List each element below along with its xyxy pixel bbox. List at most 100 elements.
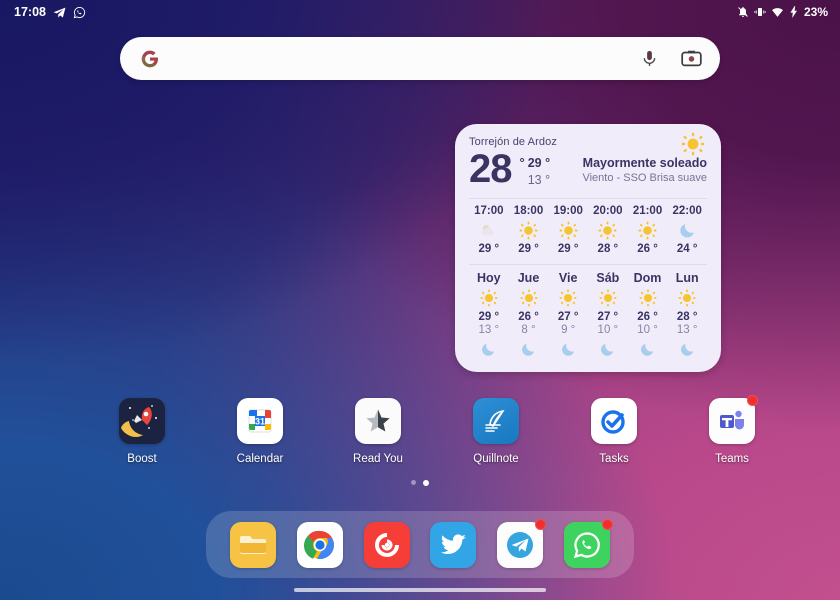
- weather-hour-time: 20:00: [593, 205, 623, 218]
- weather-hour-item: 17:00 29 °: [469, 205, 509, 255]
- weather-hour-item: 21:00 26 °: [628, 205, 668, 255]
- moon-icon: [667, 219, 707, 241]
- google-tasks-icon[interactable]: [591, 398, 637, 444]
- weather-wind: Viento - SSO Brisa suave: [582, 172, 707, 184]
- navigation-gesture-bar[interactable]: [294, 588, 546, 592]
- weather-day-high: 26 °: [637, 311, 658, 324]
- weather-hour-item: 20:00 28 °: [588, 205, 628, 255]
- weather-day-high: 28 °: [676, 311, 698, 324]
- weather-day-name: Lun: [675, 271, 699, 286]
- sun-icon: [667, 287, 707, 309]
- weather-widget[interactable]: Torrejón de Ardoz 28 ° 29 ° 13 ° Mayorme…: [455, 124, 721, 372]
- degree-symbol: °: [519, 155, 525, 170]
- page-dot-1[interactable]: [411, 480, 416, 485]
- app-item-boost[interactable]: Boost: [106, 398, 178, 465]
- weather-hour-item: 18:00 29 °: [509, 205, 549, 255]
- weather-hour-temp: 29 °: [518, 243, 539, 256]
- read-you-star-icon[interactable]: [355, 398, 401, 444]
- notification-badge: [747, 395, 758, 406]
- weather-day-name: Dom: [633, 271, 662, 286]
- weather-temperature: 28: [469, 147, 512, 191]
- google-lens-camera-icon[interactable]: [681, 49, 702, 68]
- sun-icon: [509, 219, 549, 241]
- dock-item-twitter[interactable]: [430, 521, 477, 568]
- boost-rocket-icon[interactable]: [119, 398, 165, 444]
- weather-day-name: Hoy: [477, 271, 501, 286]
- charging-bolt-icon: [789, 6, 799, 18]
- moon-icon: [469, 338, 509, 360]
- battery-percent: 23%: [803, 5, 828, 19]
- google-g-icon: [140, 49, 160, 69]
- app-item-calendar[interactable]: 31 Calendar: [224, 398, 296, 465]
- weather-hour-time: 22:00: [672, 205, 702, 218]
- status-bar-right: 23%: [737, 5, 828, 19]
- dock-item-files[interactable]: [230, 521, 277, 568]
- search-actions: [640, 49, 702, 68]
- status-bar-left: 17:08: [14, 5, 86, 19]
- sun-icon: [548, 287, 588, 309]
- microsoft-teams-icon[interactable]: [709, 395, 758, 444]
- app-grid: Boost 31 Calendar Read You Quillnote Tas…: [106, 395, 768, 465]
- sun-icon: [628, 287, 668, 309]
- weather-daily-row: Hoy 29 ° 13 ° Jue 26 ° 8 ° Vie 27 ° 9 ° …: [469, 271, 707, 362]
- weather-day-low: 13 °: [478, 324, 500, 337]
- app-label: Quillnote: [473, 453, 519, 465]
- google-search-bar[interactable]: [120, 37, 720, 80]
- weather-condition-block: Mayormente soleado Viento - SSO Brisa su…: [582, 132, 707, 184]
- svg-text:31: 31: [255, 417, 265, 427]
- app-item-quillnote[interactable]: Quillnote: [460, 398, 532, 465]
- dock-item-pocket casts[interactable]: [363, 521, 410, 568]
- weather-hourly-row: 17:00 29 ° 18:00 29 ° 19:00 29 ° 20:00 2…: [469, 205, 707, 255]
- telegram-icon: [53, 6, 66, 19]
- app-label: Teams: [715, 453, 749, 465]
- weather-low: 13 °: [527, 173, 551, 187]
- weather-hour-time: 18:00: [513, 205, 544, 218]
- divider: [469, 198, 707, 200]
- notifications-silenced-icon: [737, 6, 749, 18]
- app-item-teams[interactable]: Teams: [696, 395, 768, 465]
- weather-day-high: 26 °: [518, 311, 539, 324]
- weather-day-name: Vie: [558, 271, 578, 286]
- page-indicator[interactable]: [0, 480, 840, 486]
- weather-day-low: 13 °: [676, 324, 698, 337]
- weather-day-low: 10 °: [637, 324, 658, 337]
- sun-icon: [588, 219, 628, 241]
- dock-item-chrome[interactable]: [296, 521, 343, 568]
- partly-cloudy-icon: [469, 219, 509, 241]
- moon-icon: [588, 338, 628, 360]
- weather-hour-item: 19:00 29 °: [548, 205, 588, 255]
- notification-badge: [601, 518, 613, 530]
- weather-hour-time: 17:00: [474, 205, 504, 218]
- notification-badge: [534, 518, 546, 530]
- status-bar: 17:08 23%: [0, 0, 840, 24]
- wifi-icon: [771, 6, 784, 19]
- weather-day-name: Sáb: [596, 271, 620, 286]
- weather-day-item: Hoy 29 ° 13 °: [469, 271, 509, 362]
- microphone-icon[interactable]: [640, 49, 659, 68]
- search-input[interactable]: [160, 37, 640, 80]
- weather-hour-temp: 24 °: [676, 243, 698, 256]
- whatsapp-icon: [73, 6, 86, 19]
- weather-day-high: 27 °: [557, 311, 579, 324]
- dock: [206, 511, 634, 578]
- sun-icon: [469, 287, 509, 309]
- weather-hour-time: 21:00: [632, 205, 663, 218]
- app-item-tasks[interactable]: Tasks: [578, 398, 650, 465]
- sun-icon: [681, 132, 705, 161]
- app-label: Calendar: [236, 453, 284, 465]
- app-item-read you[interactable]: Read You: [342, 398, 414, 465]
- google-calendar-icon[interactable]: 31: [237, 398, 283, 444]
- status-bar-time: 17:08: [14, 5, 46, 19]
- dock-item-whatsapp[interactable]: [563, 518, 613, 568]
- vibrate-icon: [754, 6, 766, 18]
- weather-day-low: 8 °: [521, 324, 536, 337]
- sun-icon: [588, 287, 628, 309]
- moon-icon: [667, 338, 707, 360]
- page-dot-2[interactable]: [423, 480, 429, 486]
- weather-day-name: Jue: [517, 271, 540, 286]
- weather-day-item: Jue 26 ° 8 °: [509, 271, 549, 362]
- dock-item-telegram[interactable]: [496, 518, 546, 568]
- quillnote-quill-icon[interactable]: [473, 398, 519, 444]
- moon-icon: [509, 338, 549, 360]
- weather-hour-time: 19:00: [553, 205, 583, 218]
